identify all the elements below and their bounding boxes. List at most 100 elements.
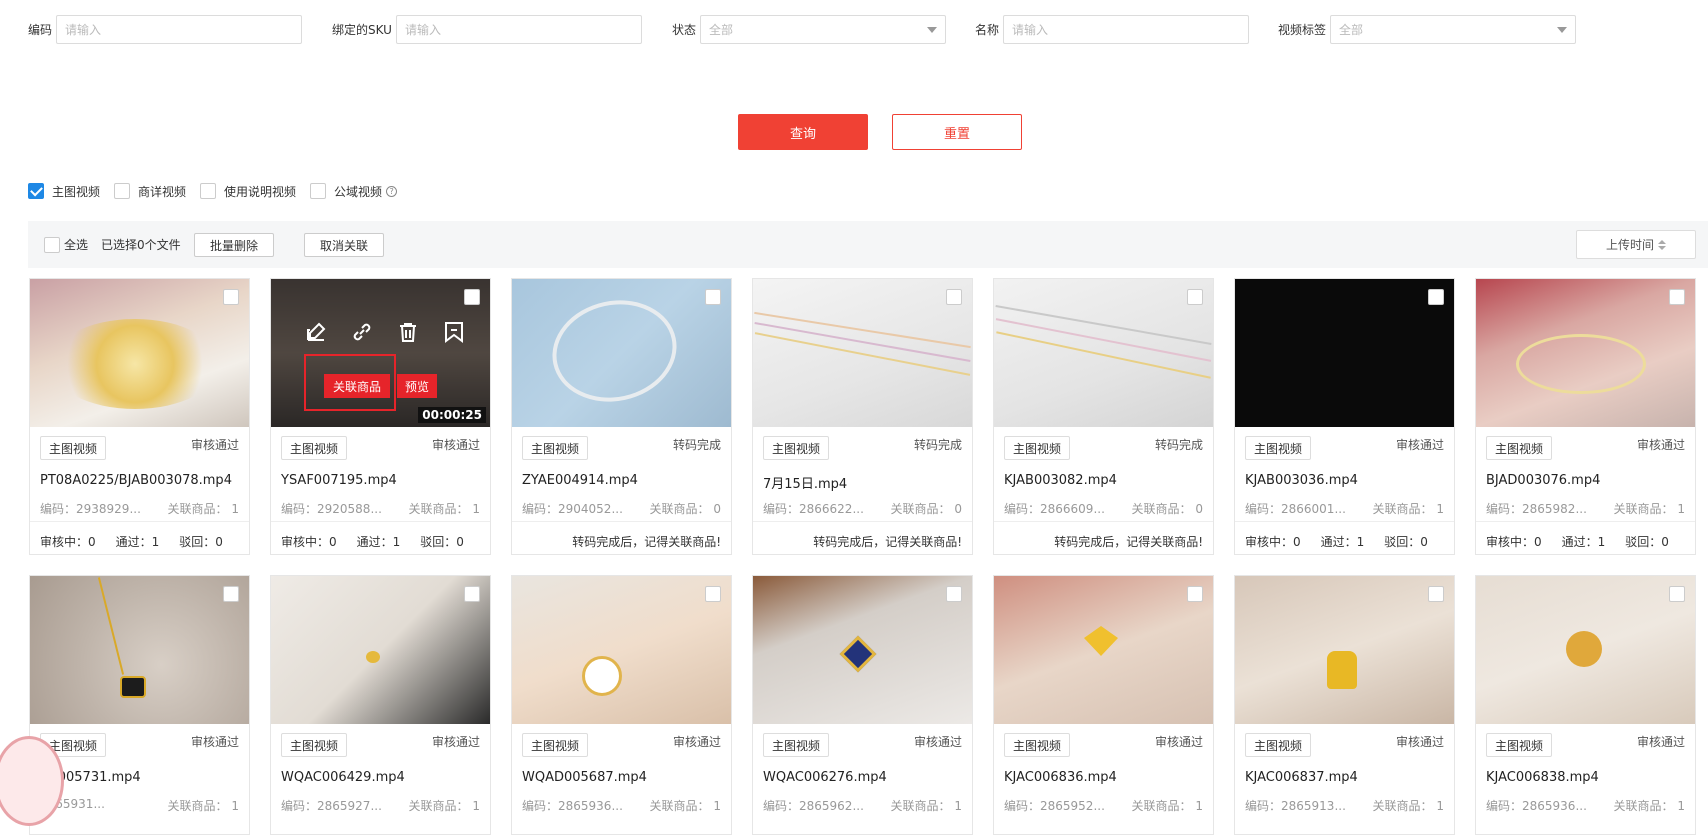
divider: [30, 521, 249, 522]
video-thumbnail[interactable]: [753, 576, 972, 724]
video-card[interactable]: 主图视频 审核通过 PT08A0225/BJAB003078.mp4 编码：29…: [29, 278, 250, 555]
video-code: 编码：2865952...: [1004, 799, 1105, 813]
video-thumbnail[interactable]: [1235, 576, 1454, 724]
video-card[interactable]: 主图视频 审核通过 KJAB003036.mp4 编码：2866001... 关…: [1234, 278, 1455, 555]
video-type-public[interactable]: 公域视频 ?: [310, 183, 398, 200]
video-thumbnail[interactable]: [30, 279, 249, 427]
video-thumbnail[interactable]: [994, 279, 1213, 427]
card-checkbox[interactable]: [223, 289, 239, 305]
video-type-instructions[interactable]: 使用说明视频: [200, 183, 296, 200]
video-card[interactable]: 关联商品 预览 00:00:25 主图视频 审核通过 YSAF007195.mp…: [270, 278, 491, 555]
card-checkbox[interactable]: [1669, 586, 1685, 602]
card-checkbox[interactable]: [464, 586, 480, 602]
status-text: 审核通过: [1154, 735, 1203, 749]
file-name: KJAB003082.mp4: [1004, 473, 1117, 488]
video-code: 编码：2866001...: [1245, 502, 1346, 516]
trash-icon[interactable]: [397, 321, 419, 343]
edit-icon[interactable]: [305, 321, 327, 343]
video-card[interactable]: 主图视频 审核通过 KJAC006836.mp4 编码：2865952... 关…: [993, 575, 1214, 835]
video-card[interactable]: 主图视频 审核通过 BJAD003076.mp4 编码：2865982... 关…: [1475, 278, 1696, 555]
pending-count: 审核中：0: [40, 535, 96, 549]
video-thumbnail[interactable]: [271, 576, 490, 724]
filter-sku: 绑定的SKU 请输入: [332, 14, 642, 44]
name-input[interactable]: 请输入: [1003, 14, 1250, 44]
select-all[interactable]: 全选: [44, 236, 88, 253]
video-thumbnail[interactable]: [753, 279, 972, 427]
preview-button[interactable]: 预览: [397, 374, 437, 398]
status-text: 转码完成: [913, 438, 962, 452]
file-name: KJAC006836.mp4: [1004, 770, 1117, 785]
video-type-tag: 主图视频: [1004, 733, 1071, 757]
video-code: 编码：2904052...: [522, 502, 623, 516]
video-thumbnail[interactable]: [512, 576, 731, 724]
batch-delete-button[interactable]: 批量删除: [194, 233, 274, 257]
video-thumbnail[interactable]: [30, 576, 249, 724]
video-tag-select[interactable]: 全部: [1330, 14, 1577, 44]
reset-button[interactable]: 重置: [892, 114, 1022, 150]
card-checkbox[interactable]: [1428, 289, 1444, 305]
video-card[interactable]: 主图视频 审核通过 AC005731.mp4 2865931... 关联商品： …: [29, 575, 250, 835]
video-type-tag: 主图视频: [40, 436, 107, 460]
status-text: 审核通过: [672, 735, 721, 749]
video-card[interactable]: 主图视频 审核通过 KJAC006838.mp4 编码：2865936... 关…: [1475, 575, 1696, 835]
card-checkbox[interactable]: [946, 586, 962, 602]
video-card[interactable]: 主图视频 审核通过 KJAC006837.mp4 编码：2865913... 关…: [1234, 575, 1455, 835]
checkbox-icon[interactable]: [114, 183, 131, 199]
checkbox-icon[interactable]: [200, 183, 217, 199]
video-code: 编码：2865936...: [522, 799, 623, 813]
sort-label: 上传时间: [1605, 238, 1654, 252]
link-icon[interactable]: [351, 321, 373, 343]
video-card[interactable]: 主图视频 审核通过 WQAC006276.mp4 编码：2865962... 关…: [752, 575, 973, 835]
card-checkbox[interactable]: [1187, 289, 1203, 305]
card-checkbox[interactable]: [705, 289, 721, 305]
video-card[interactable]: 主图视频 审核通过 WQAD005687.mp4 编码：2865936... 关…: [511, 575, 732, 835]
video-thumbnail[interactable]: [1235, 279, 1454, 427]
video-card[interactable]: 主图视频 转码完成 ZYAE004914.mp4 编码：2904052... 关…: [511, 278, 732, 555]
video-code: 编码：2866622...: [763, 502, 864, 516]
video-type-tag: 主图视频: [763, 733, 830, 757]
video-type-tag: 主图视频: [763, 436, 830, 460]
remind-text: 转码完成后，记得关联商品!: [813, 535, 962, 549]
card-checkbox[interactable]: [223, 586, 239, 602]
question-circle-icon[interactable]: ?: [386, 185, 398, 197]
video-card[interactable]: 主图视频 审核通过 WQAC006429.mp4 编码：2865927... 关…: [270, 575, 491, 835]
code-input[interactable]: 请输入: [56, 14, 303, 44]
divider: [512, 521, 731, 522]
card-checkbox[interactable]: [464, 289, 480, 305]
status-select-value: 全部: [709, 22, 734, 37]
card-checkbox[interactable]: [1187, 586, 1203, 602]
video-card[interactable]: 主图视频 转码完成 7月15日.mp4 编码：2866622... 关联商品： …: [752, 278, 973, 555]
sku-input[interactable]: 请输入: [395, 14, 642, 44]
query-button[interactable]: 查询: [738, 114, 868, 150]
link-goods-button[interactable]: 关联商品: [324, 374, 390, 398]
checkbox-icon[interactable]: [44, 236, 60, 253]
card-checkbox[interactable]: [946, 289, 962, 305]
card-checkbox[interactable]: [1428, 586, 1444, 602]
video-code: 编码：2866609...: [1004, 502, 1105, 516]
checkbox-checked-icon[interactable]: [28, 183, 44, 199]
video-thumbnail[interactable]: [994, 576, 1213, 724]
card-checkbox[interactable]: [705, 586, 721, 602]
status-text: 审核通过: [1395, 438, 1444, 452]
caret-down-icon: [1557, 26, 1568, 33]
checkbox-icon[interactable]: [310, 183, 327, 199]
video-type-main[interactable]: 主图视频: [28, 183, 100, 200]
file-name: WQAC006429.mp4: [281, 770, 405, 785]
video-thumbnail[interactable]: [1476, 279, 1695, 427]
card-checkbox[interactable]: [1669, 289, 1685, 305]
filter-code-label: 编码: [28, 22, 53, 37]
linked-goods: 关联商品： 0: [1131, 502, 1203, 516]
video-card[interactable]: 主图视频 转码完成 KJAB003082.mp4 编码：2866609... 关…: [993, 278, 1214, 555]
bookmark-icon[interactable]: [443, 321, 465, 343]
cancel-link-button[interactable]: 取消关联: [304, 233, 384, 257]
video-thumbnail[interactable]: 关联商品 预览 00:00:25: [271, 279, 490, 427]
video-thumbnail[interactable]: [1476, 576, 1695, 724]
video-type-label: 主图视频: [52, 184, 101, 199]
sort-upload-time[interactable]: 上传时间: [1576, 230, 1696, 259]
video-thumbnail[interactable]: [512, 279, 731, 427]
passed-count: 通过：1: [115, 535, 160, 549]
video-type-detail[interactable]: 商详视频: [114, 183, 186, 200]
status-select[interactable]: 全部: [700, 14, 947, 44]
file-name: 7月15日.mp4: [763, 477, 848, 492]
video-type-tag: 主图视频: [281, 733, 348, 757]
